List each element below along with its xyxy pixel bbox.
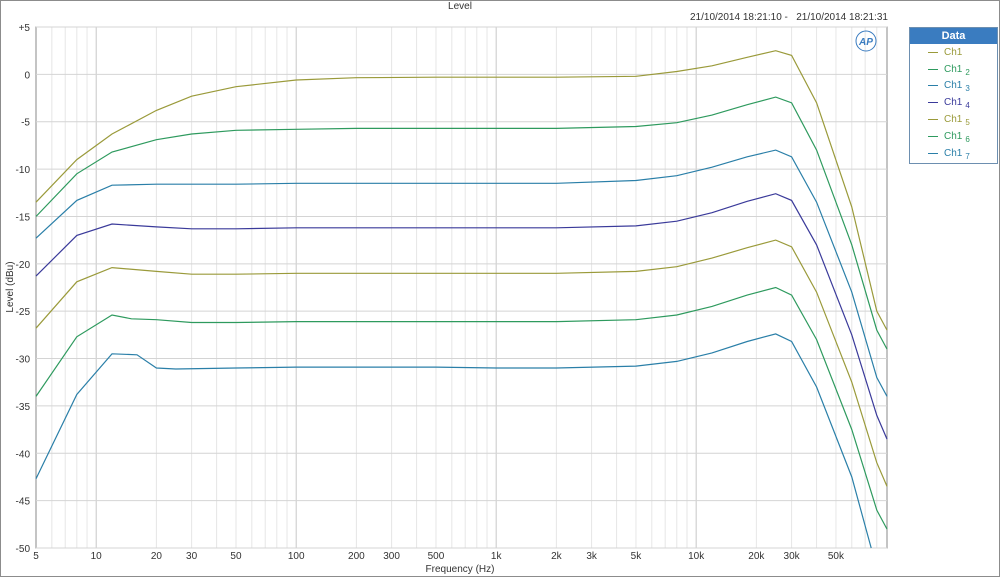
x-tick-label: 10 — [91, 551, 103, 562]
x-tick-label: 10k — [688, 551, 705, 562]
legend-items: Ch1 Ch1 2 Ch1 3 Ch1 4 Ch1 5 Ch1 6 Ch1 7 — [910, 44, 997, 162]
legend-header: Data — [910, 28, 997, 44]
legend-swatch — [928, 51, 938, 53]
x-tick-label: 200 — [348, 551, 365, 562]
legend-label: Ch1 — [944, 46, 963, 58]
legend-item-6[interactable]: Ch1 6 — [910, 128, 997, 145]
legend[interactable]: Data Ch1 Ch1 2 Ch1 3 Ch1 4 Ch1 5 Ch1 6 Ch1 7 — [909, 27, 998, 164]
logo-text: AP — [858, 37, 873, 48]
legend-swatch — [928, 68, 938, 70]
legend-label: Ch1 — [944, 63, 963, 75]
legend-swatch — [928, 119, 938, 121]
x-tick-label: 5k — [631, 551, 643, 562]
x-tick-label: 30k — [784, 551, 801, 562]
legend-subscript: 4 — [965, 101, 970, 111]
legend-item-4[interactable]: Ch1 4 — [910, 94, 997, 111]
plot-area — [35, 26, 888, 549]
x-tick-label: 30 — [186, 551, 198, 562]
legend-item-5[interactable]: Ch1 5 — [910, 111, 997, 128]
y-tick-label: -40 — [16, 449, 31, 460]
y-tick-label: -20 — [16, 260, 31, 271]
x-tick-label: 500 — [428, 551, 445, 562]
legend-item-1[interactable]: Ch1 — [910, 44, 997, 61]
legend-subscript: 2 — [965, 67, 970, 77]
x-tick-label: 3k — [586, 551, 598, 562]
legend-item-7[interactable]: Ch1 7 — [910, 145, 997, 162]
legend-subscript: 5 — [965, 118, 970, 128]
x-tick-label: 50k — [828, 551, 845, 562]
x-axis-label: Frequency (Hz) — [426, 564, 495, 575]
x-tick-label: 50 — [230, 551, 242, 562]
legend-subscript: 6 — [965, 134, 970, 144]
y-tick-label: 0 — [24, 70, 30, 81]
y-tick-label: -30 — [16, 355, 31, 366]
legend-swatch — [928, 102, 938, 104]
legend-swatch — [928, 152, 938, 154]
x-tick-label: 2k — [551, 551, 563, 562]
y-tick-label: -25 — [16, 307, 31, 318]
y-tick-label: -10 — [16, 165, 31, 176]
legend-label: Ch1 — [944, 130, 963, 142]
x-tick-label: 5 — [33, 551, 39, 562]
legend-subscript: 3 — [965, 84, 970, 94]
y-tick-label: +5 — [19, 23, 31, 34]
legend-item-3[interactable]: Ch1 3 — [910, 78, 997, 95]
y-tick-label: -15 — [16, 212, 31, 223]
x-tick-label: 1k — [491, 551, 503, 562]
legend-label: Ch1 — [944, 80, 963, 92]
legend-label: Ch1 — [944, 97, 963, 109]
legend-swatch — [928, 85, 938, 87]
y-tick-label: -5 — [21, 118, 30, 129]
y-tick-label: -45 — [16, 497, 31, 508]
y-tick-label: -35 — [16, 402, 31, 413]
legend-label: Ch1 — [944, 147, 963, 159]
chart-plot: 5 10 20 30 50 100 200 300 500 1k 2k 3k 5k 10k 20k 30k 50… — [5, 23, 888, 575]
x-tick-label: 100 — [288, 551, 305, 562]
legend-label: Ch1 — [944, 114, 963, 126]
x-tick-label: 20k — [748, 551, 765, 562]
legend-swatch — [928, 135, 938, 137]
x-tick-label: 300 — [383, 551, 400, 562]
legend-subscript: 7 — [965, 151, 970, 161]
x-tick-label: 20 — [151, 551, 163, 562]
y-axis-label: Level (dBu) — [5, 261, 16, 312]
legend-item-2[interactable]: Ch1 2 — [910, 61, 997, 78]
y-tick-label: -50 — [16, 544, 31, 555]
